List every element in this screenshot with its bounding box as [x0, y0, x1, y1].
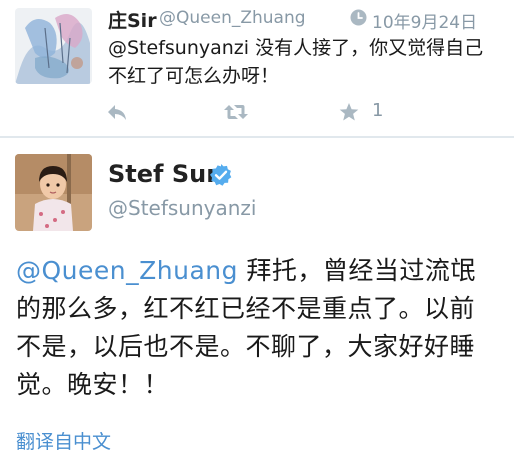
avatar[interactable]: [15, 8, 92, 84]
timestamp: 10年9月24日: [372, 13, 478, 33]
retweet-icon[interactable]: [223, 101, 249, 123]
reply-icon[interactable]: [106, 101, 128, 123]
parent-tweet[interactable]: 庄Sir @Queen_Zhuang 10年9月24日 @Stefsunyanz…: [0, 0, 514, 134]
author-handle[interactable]: @Stefsunyanzi: [108, 196, 256, 220]
divider: [0, 136, 514, 138]
author-name[interactable]: 庄Sir: [108, 6, 157, 33]
author-handle[interactable]: @Queen_Zhuang: [159, 8, 306, 28]
verified-badge-icon: [210, 164, 232, 186]
star-icon[interactable]: [339, 101, 359, 123]
favorite-count: 1: [372, 100, 384, 121]
mention-link[interactable]: @Queen_Zhuang: [16, 256, 238, 285]
clock-icon: [350, 9, 367, 26]
translate-link[interactable]: 翻译自中文: [16, 427, 111, 454]
avatar[interactable]: [15, 154, 92, 231]
tweet-text: @Stefsunyanzi 没有人接了，你又觉得自己不红了可怎么办呀！: [108, 34, 498, 90]
mention-link[interactable]: @Stefsunyanzi: [108, 37, 249, 59]
tweet-detail-view: 庄Sir @Queen_Zhuang 10年9月24日 @Stefsunyanz…: [0, 0, 514, 460]
author-name[interactable]: Stef Sun: [108, 160, 223, 188]
tweet-text: @Queen_Zhuang 拜托，曾经当过流氓的那么多，红不红已经不是重点了。以…: [16, 252, 496, 404]
